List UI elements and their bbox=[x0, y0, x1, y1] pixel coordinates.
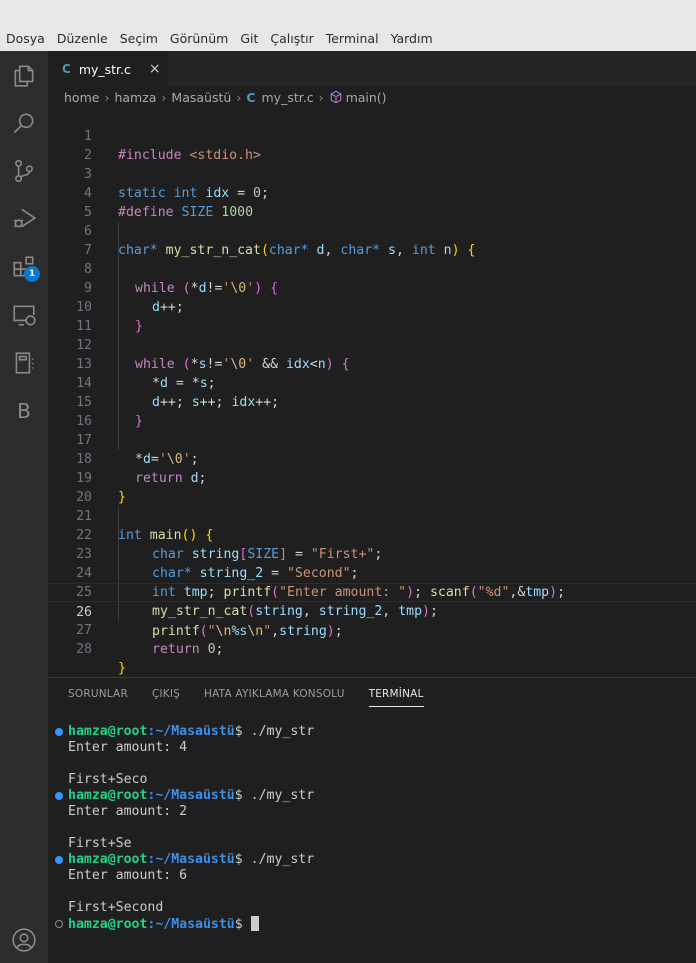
terminal-active-prompt[interactable]: hamza@root:~/Masaüstü$ bbox=[68, 916, 259, 932]
code-line: 28 } bbox=[76, 642, 126, 676]
activity-bar: 1 B bbox=[0, 51, 48, 963]
code-line: 4 #define SIZE 1000 bbox=[84, 186, 254, 220]
code-line: 12 while (*s!='\0' && idx<n) { bbox=[76, 338, 350, 372]
code-line: 14 d++; s++; idx++; bbox=[76, 376, 280, 410]
terminal-output-line: First+Second bbox=[68, 900, 164, 915]
chevron-right-icon: › bbox=[236, 89, 242, 105]
terminal-prompt-line: hamza@root:~/Masaüstü$ ./my_str bbox=[68, 852, 315, 867]
code-line: 11 bbox=[76, 319, 92, 334]
tab-problems[interactable]: SORUNLAR bbox=[68, 688, 128, 707]
code-line: 9 d++; bbox=[84, 281, 184, 315]
code-line: 15 } bbox=[76, 395, 143, 429]
terminal-output-line: First+Seco bbox=[68, 772, 148, 787]
code-line: 23 char* string_2 = "Second"; bbox=[76, 547, 359, 581]
menu-selection[interactable]: Seçim bbox=[120, 31, 158, 46]
code-line-current: 26 printf("\n%s\n",string); bbox=[48, 583, 696, 639]
account-icon[interactable] bbox=[9, 925, 39, 955]
code-line: 16 bbox=[76, 414, 92, 429]
bottom-panel: SORUNLAR ÇIKIŞ HATA AYIKLAMA KONSOLU TER… bbox=[48, 677, 696, 963]
code-line: 5 bbox=[84, 205, 92, 220]
code-line: 3 static int idx = 0; bbox=[84, 167, 269, 201]
code-line: 6 char* my_str_n_cat(char* d, char* s, i… bbox=[84, 224, 476, 258]
tab-terminal[interactable]: TERMİNAL bbox=[368, 688, 424, 707]
c-file-icon: C bbox=[246, 89, 256, 105]
search-icon[interactable] bbox=[9, 108, 39, 138]
code-line: 1 #include <stdio.h> bbox=[84, 129, 261, 163]
source-control-icon[interactable] bbox=[9, 156, 39, 186]
code-line: 17 *d='\0'; bbox=[76, 433, 199, 467]
code-line: 24 int tmp; printf("Enter amount: "); sc… bbox=[76, 566, 566, 600]
terminal-prompt-line: hamza@root:~/Masaüstü$ ./my_str bbox=[68, 788, 315, 803]
code-line: 20 bbox=[76, 490, 92, 505]
code-line: 7 bbox=[84, 243, 92, 258]
b-extension-icon[interactable]: B bbox=[0, 399, 48, 423]
command-pending-dot-icon bbox=[55, 920, 63, 928]
menu-run[interactable]: Çalıştır bbox=[270, 31, 313, 46]
command-success-dot-icon bbox=[55, 792, 63, 800]
code-line: 8 while (*d!='\0') { bbox=[84, 262, 279, 296]
terminal-cursor bbox=[250, 916, 259, 931]
terminal-output-line: Enter amount: 2 bbox=[68, 804, 188, 819]
code-line: 27 return 0; bbox=[76, 623, 224, 657]
code-line: 18 return d; bbox=[76, 452, 207, 486]
remote-explorer-icon[interactable] bbox=[9, 300, 39, 330]
breadcrumb-hamza[interactable]: hamza bbox=[114, 90, 156, 105]
menu-bar: Dosya Düzenle Seçim Görünüm Git Çalıştır… bbox=[0, 26, 696, 51]
title-strip bbox=[0, 0, 696, 26]
editor-tab-bar: C my_str.c × bbox=[48, 51, 696, 86]
terminal-output-line: Enter amount: 4 bbox=[68, 740, 188, 755]
terminal-output-line: Enter amount: 6 bbox=[68, 868, 188, 883]
code-editor[interactable]: 1 #include <stdio.h> 2 3 static int idx … bbox=[48, 108, 696, 676]
code-line: 10 } bbox=[76, 300, 143, 334]
breadcrumb-file[interactable]: my_str.c bbox=[262, 90, 314, 105]
menu-view[interactable]: Görünüm bbox=[170, 31, 228, 46]
c-file-icon: C bbox=[62, 62, 71, 76]
breadcrumb-masaustu[interactable]: Masaüstü bbox=[171, 90, 231, 105]
menu-help[interactable]: Yardım bbox=[391, 31, 433, 46]
command-success-dot-icon bbox=[55, 728, 63, 736]
breadcrumb: home › hamza › Masaüstü › C my_str.c › m… bbox=[48, 86, 696, 108]
run-debug-icon[interactable] bbox=[9, 203, 39, 233]
menu-terminal[interactable]: Terminal bbox=[326, 31, 379, 46]
code-line: 2 bbox=[84, 148, 92, 163]
tab-my-str-c[interactable]: C my_str.c × bbox=[48, 51, 168, 86]
code-line: 25 my_str_n_cat(string, string_2, tmp); bbox=[76, 585, 438, 619]
command-success-dot-icon bbox=[55, 856, 63, 864]
panel-tabs: SORUNLAR ÇIKIŞ HATA AYIKLAMA KONSOLU TER… bbox=[68, 688, 448, 707]
code-line: 19 } bbox=[76, 471, 126, 505]
tab-output[interactable]: ÇIKIŞ bbox=[152, 688, 180, 707]
symbol-method-icon bbox=[330, 90, 341, 104]
chevron-right-icon: › bbox=[318, 89, 324, 105]
chevron-right-icon: › bbox=[161, 89, 167, 105]
close-icon[interactable]: × bbox=[149, 61, 161, 77]
explorer-icon[interactable] bbox=[9, 61, 39, 91]
notebook-icon[interactable] bbox=[9, 348, 39, 378]
extensions-badge: 1 bbox=[24, 266, 40, 282]
code-line: 21 int main() { bbox=[76, 509, 214, 543]
tab-label: my_str.c bbox=[78, 61, 131, 77]
code-line: 13 *d = *s; bbox=[76, 357, 216, 391]
chevron-right-icon: › bbox=[104, 89, 110, 105]
tab-debug-console[interactable]: HATA AYIKLAMA KONSOLU bbox=[204, 688, 345, 707]
menu-edit[interactable]: Düzenle bbox=[57, 31, 108, 46]
menu-go[interactable]: Git bbox=[240, 31, 258, 46]
code-line: 22 char string[SIZE] = "First+"; bbox=[76, 528, 383, 562]
breadcrumb-symbol[interactable]: main() bbox=[346, 90, 387, 105]
breadcrumb-home[interactable]: home bbox=[64, 90, 99, 105]
menu-file[interactable]: Dosya bbox=[6, 31, 45, 46]
terminal-output-line: First+Se bbox=[68, 836, 132, 851]
terminal-prompt-line: hamza@root:~/Masaüstü$ ./my_str bbox=[68, 724, 315, 739]
